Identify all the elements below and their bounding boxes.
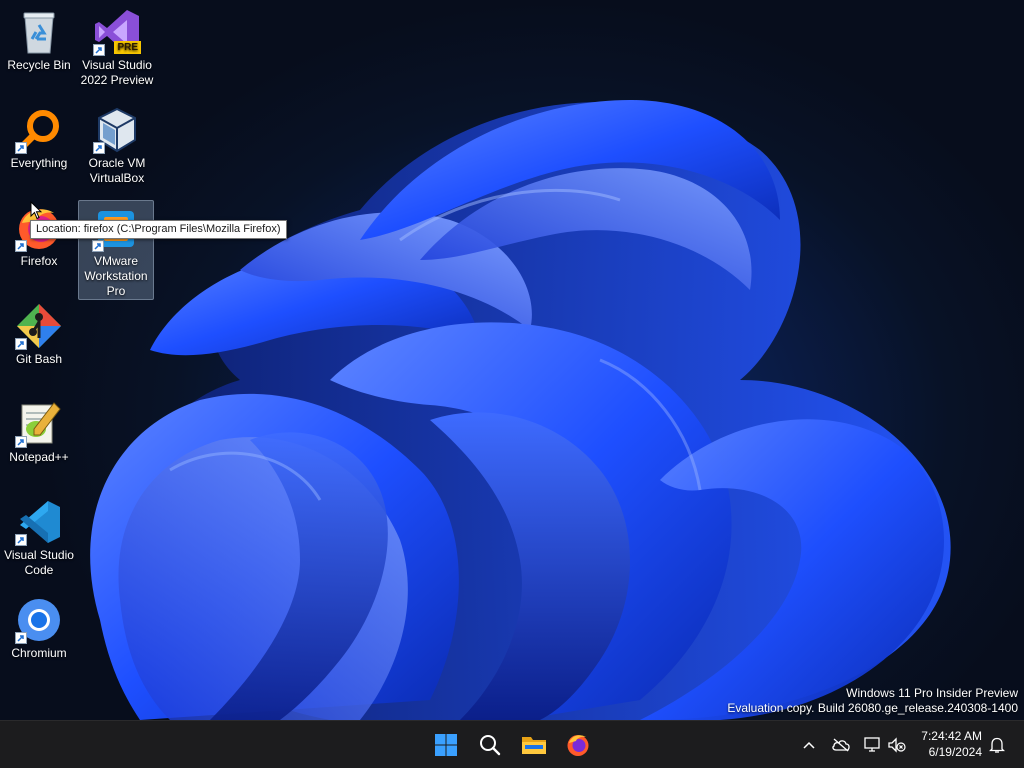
desktop-icon-everything[interactable]: Everything — [1, 102, 77, 171]
icon-label: Everything — [10, 156, 68, 170]
mouse-pointer-icon — [30, 200, 43, 225]
taskbar-search-button[interactable] — [472, 727, 508, 763]
taskbar: 7:24:42 AM 6/19/2024 — [0, 720, 1024, 768]
firefox-icon — [567, 735, 589, 756]
icon-label: Chromium — [11, 646, 67, 660]
chromium-icon — [15, 596, 63, 644]
icon-label: Oracle VM VirtualBox — [88, 156, 146, 185]
watermark-edition: Windows 11 Pro Insider Preview — [846, 686, 1018, 700]
icon-label: Git Bash — [15, 352, 63, 366]
clock-time: 7:24:42 AM — [921, 729, 982, 743]
shortcut-arrow-icon — [93, 44, 105, 56]
shortcut-arrow-icon — [15, 436, 27, 448]
desktop-icon-vmware-workstation-pro[interactable]: VMware Workstation Pro — [78, 200, 154, 300]
notification-center-button[interactable] — [986, 733, 1008, 757]
firefox-taskbar-button[interactable] — [560, 727, 596, 763]
vscode-icon — [15, 498, 63, 546]
virtualbox-cube-icon — [93, 106, 141, 154]
icon-label: Visual Studio 2022 Preview — [80, 58, 154, 87]
file-explorer-button[interactable] — [516, 727, 552, 763]
start-icon — [435, 734, 457, 756]
icon-label: Firefox — [20, 254, 58, 268]
network-icon — [864, 737, 880, 752]
start-button[interactable] — [428, 727, 464, 763]
icon-label: Recycle Bin — [7, 58, 71, 72]
desktop-icon-git-bash[interactable]: Git Bash — [1, 298, 77, 367]
volume-tray-button[interactable] — [886, 733, 908, 757]
icon-label: Visual Studio Code — [4, 548, 74, 577]
desktop-icon-oracle-vm-virtualbox[interactable]: Oracle VM VirtualBox — [79, 102, 155, 186]
preview-badge: PRE — [114, 41, 141, 54]
shortcut-arrow-icon — [15, 240, 27, 252]
desktop-icon-visual-studio-2022-preview[interactable]: PRE Visual Studio 2022 Preview — [79, 4, 155, 88]
desktop-icon-tooltip: Location: firefox (C:\Program Files\Mozi… — [30, 220, 287, 239]
shortcut-arrow-icon — [93, 142, 105, 154]
clock-date: 6/19/2024 — [928, 745, 982, 759]
visual-studio-icon: PRE — [93, 8, 141, 56]
volume-muted-icon — [888, 737, 906, 753]
notification-bell-icon — [989, 737, 1005, 753]
desktop-icon-recycle-bin[interactable]: Recycle Bin — [1, 4, 77, 73]
onedrive-tray-button[interactable] — [830, 733, 852, 757]
windows-build-watermark: Windows 11 Pro Insider Preview Evaluatio… — [727, 686, 1018, 716]
watermark-build: Evaluation copy. Build 26080.ge_release.… — [727, 701, 1018, 715]
file-explorer-icon — [522, 737, 546, 754]
desktop-icon-notepad-plus-plus[interactable]: Notepad++ — [1, 396, 77, 465]
show-hidden-icons-button[interactable] — [798, 733, 820, 757]
notepad-plus-plus-icon — [15, 400, 63, 448]
icon-label: VMware Workstation Pro — [84, 254, 148, 298]
shortcut-arrow-icon — [15, 534, 27, 546]
shortcut-arrow-icon — [92, 240, 104, 252]
desktop-icon-visual-studio-code[interactable]: Visual Studio Code — [1, 494, 77, 578]
search-icon — [480, 735, 501, 756]
git-bash-icon — [15, 302, 63, 350]
shortcut-arrow-icon — [15, 338, 27, 350]
shortcut-arrow-icon — [15, 142, 27, 154]
taskbar-clock[interactable]: 7:24:42 AM 6/19/2024 — [921, 728, 982, 760]
desktop-icon-chromium[interactable]: Chromium — [1, 592, 77, 661]
chevron-up-icon — [803, 741, 815, 749]
shortcut-arrow-icon — [15, 632, 27, 644]
icon-label: Notepad++ — [9, 450, 69, 464]
network-tray-button[interactable] — [862, 733, 884, 757]
everything-magnifier-icon — [15, 106, 63, 154]
onedrive-icon — [832, 738, 850, 752]
recycle-bin-icon — [15, 8, 63, 56]
